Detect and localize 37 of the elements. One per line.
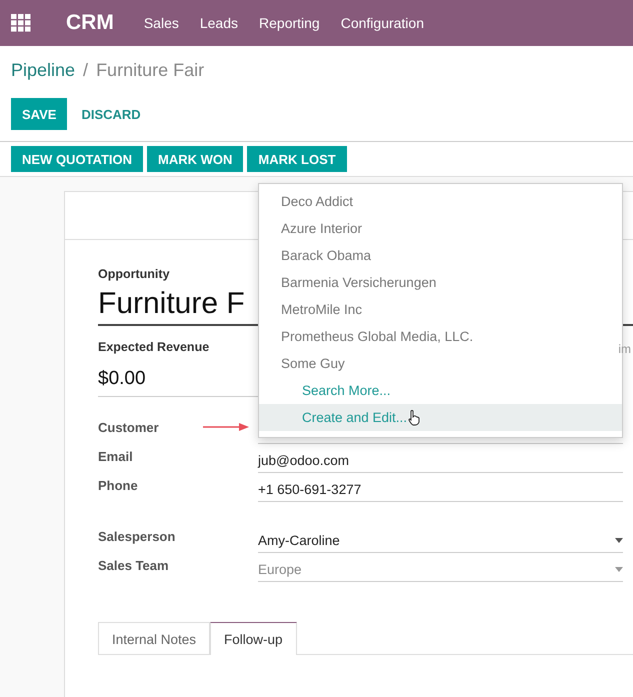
caret-icon bbox=[615, 538, 623, 542]
menu-item[interactable]: Configuration bbox=[340, 15, 424, 31]
field-label: Customer bbox=[98, 419, 159, 435]
dropdown-item[interactable]: MetroMile Inc bbox=[259, 296, 622, 323]
dropdown-item[interactable]: Barack Obama bbox=[259, 242, 622, 269]
dropdown-item[interactable]: Barmenia Versicherungen bbox=[259, 269, 622, 296]
hand-cursor-icon bbox=[408, 410, 420, 426]
action-button[interactable]: MARK WON bbox=[147, 146, 244, 172]
apps-grid-icon[interactable] bbox=[11, 14, 31, 32]
caret-icon bbox=[615, 566, 623, 572]
field-label: Sales Team bbox=[98, 557, 169, 573]
app-title: CRM bbox=[66, 11, 114, 35]
dropdown-item[interactable]: Search More... bbox=[259, 377, 622, 404]
field-label: Email bbox=[98, 448, 133, 464]
menu-item[interactable]: Reporting bbox=[259, 15, 320, 31]
menu-item[interactable]: Leads bbox=[200, 15, 238, 31]
breadcrumb-separator: / bbox=[83, 60, 88, 82]
input-field[interactable]: jub@odoo.com bbox=[258, 448, 623, 473]
breadcrumb-current: Furniture Fair bbox=[96, 60, 204, 82]
breadcrumb-link[interactable]: Pipeline bbox=[11, 60, 76, 84]
select-field[interactable]: Europe bbox=[258, 557, 623, 582]
tab[interactable]: Follow-up bbox=[210, 622, 297, 655]
menu-item[interactable]: Sales bbox=[144, 15, 179, 31]
action-button[interactable]: NEW QUOTATION bbox=[11, 146, 144, 172]
input-field[interactable]: +1 650-691-3277 bbox=[258, 477, 623, 502]
field-label: Opportunity bbox=[98, 267, 171, 281]
dropdown-item[interactable]: Create and Edit... bbox=[259, 404, 622, 431]
field-label: Phone bbox=[98, 477, 138, 493]
discard-button[interactable]: DISCARD bbox=[71, 106, 151, 122]
field-label: Expected Revenue bbox=[98, 340, 210, 354]
save-button[interactable]: SAVE bbox=[11, 98, 68, 130]
action-button[interactable]: MARK LOST bbox=[247, 146, 347, 172]
arrow-drawing bbox=[203, 423, 249, 431]
dropdown-item[interactable]: Azure Interior bbox=[259, 215, 622, 242]
select-field[interactable]: Amy-Caroline bbox=[258, 528, 623, 553]
field-label: Salesperson bbox=[98, 528, 176, 544]
dropdown-item[interactable]: Deco Addict bbox=[259, 188, 622, 215]
